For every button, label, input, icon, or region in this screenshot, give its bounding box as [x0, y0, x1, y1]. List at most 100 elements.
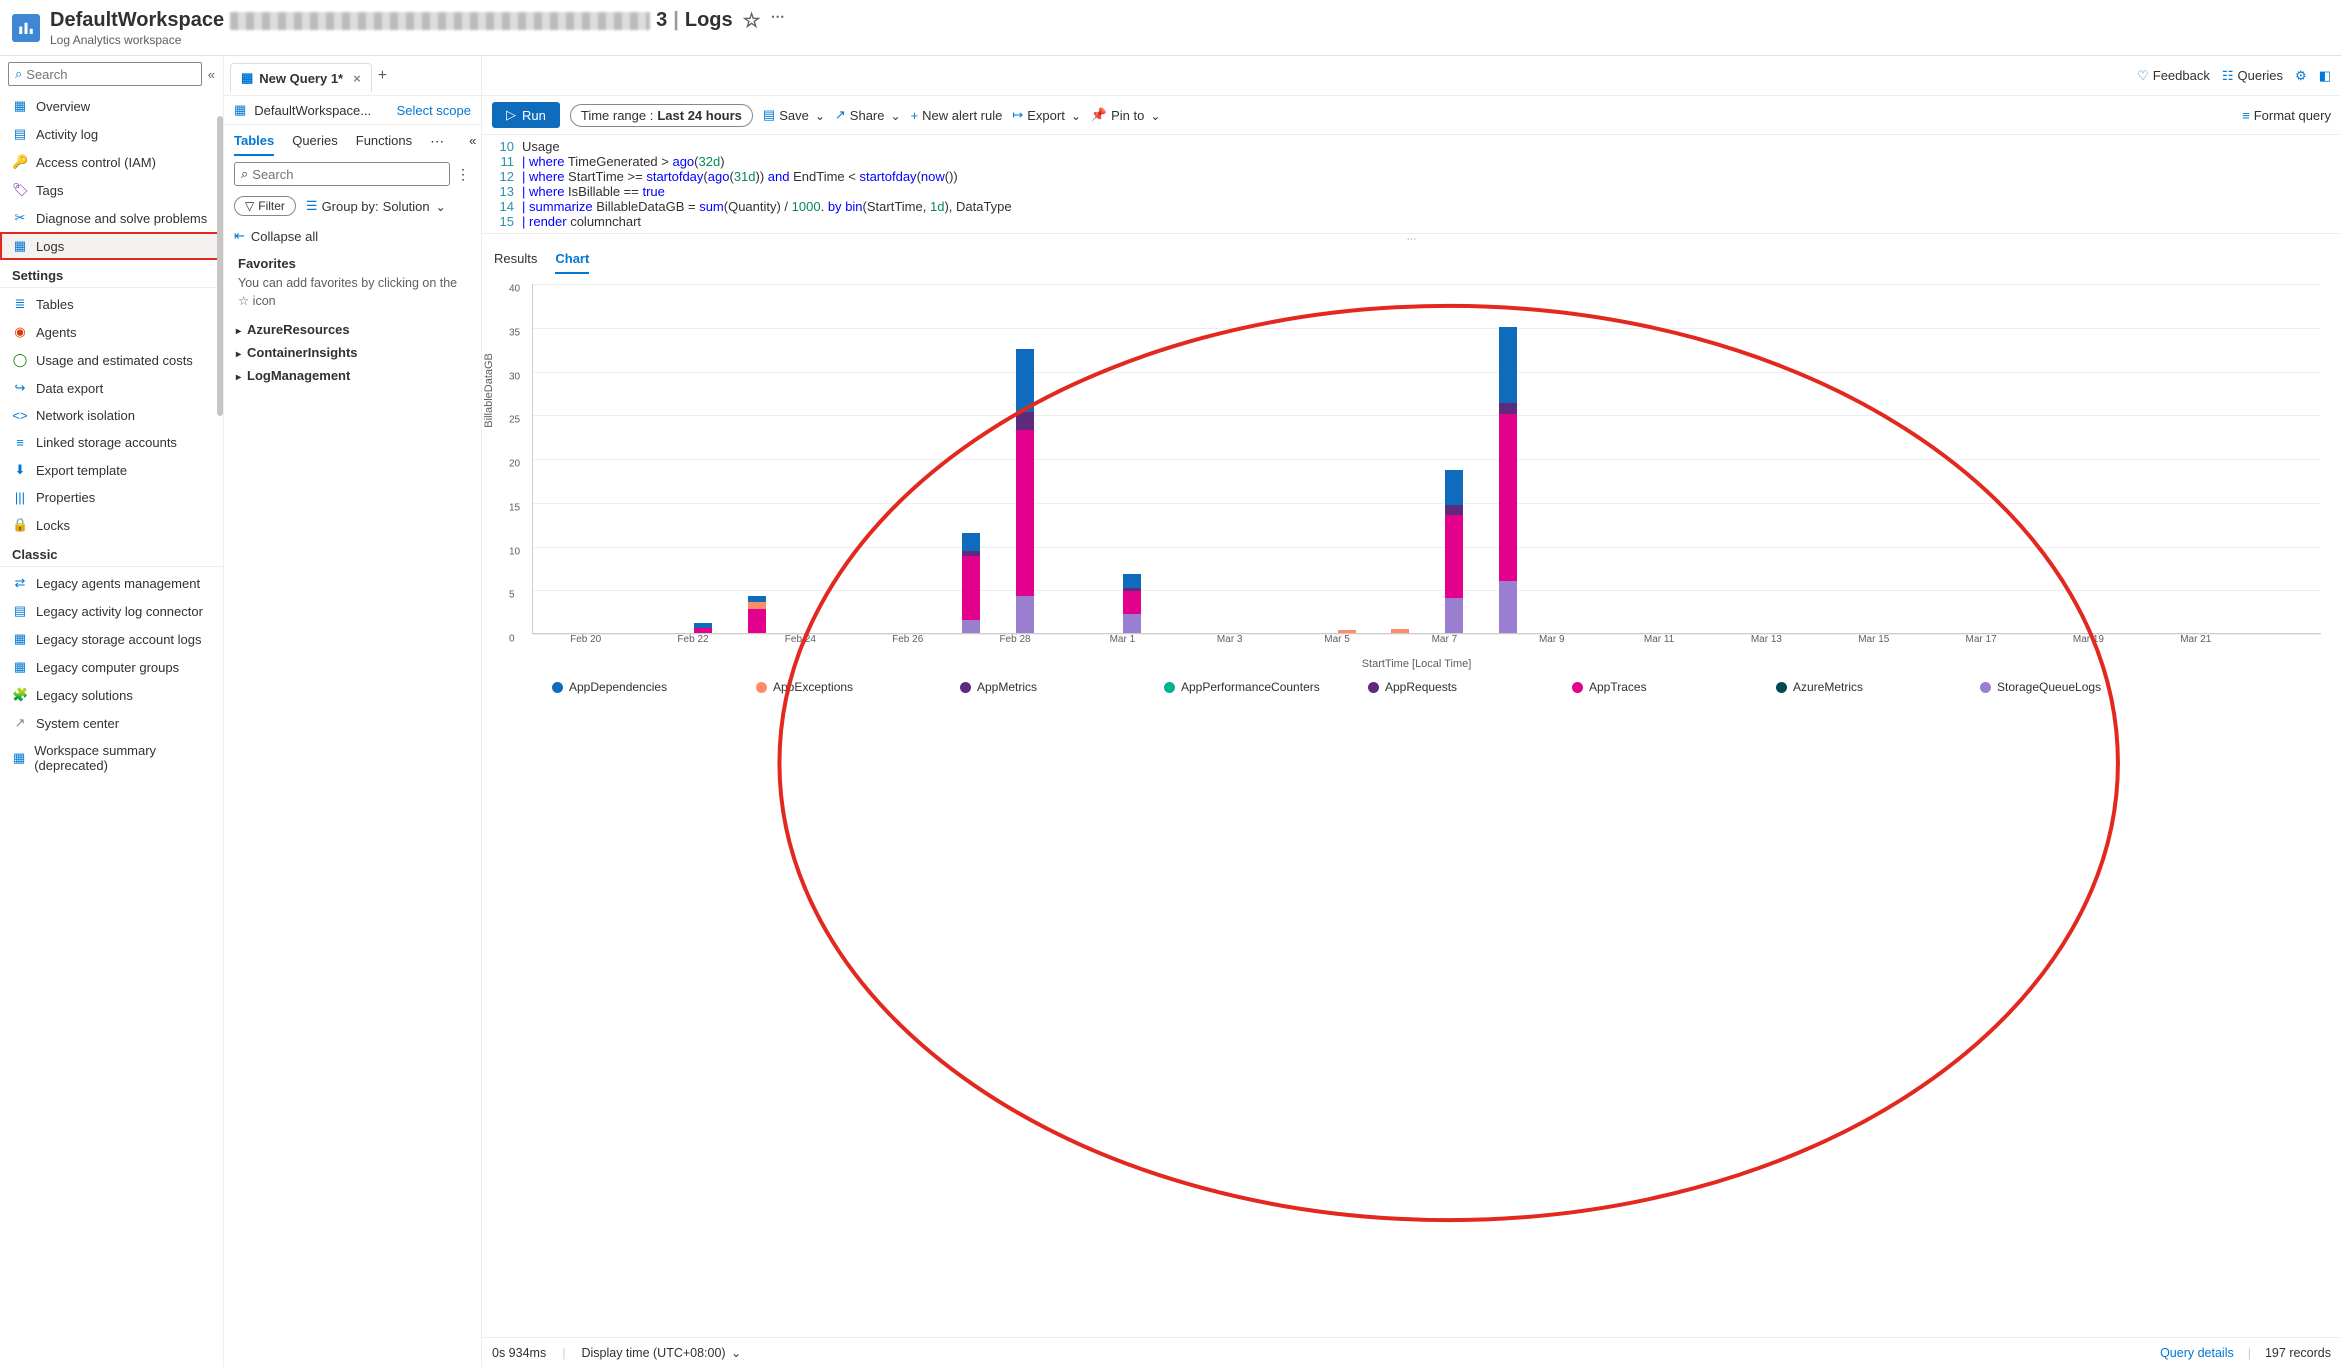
tab-results[interactable]: Results [494, 251, 537, 274]
nav-item-tags[interactable]: 🏷Tags [0, 176, 223, 204]
bar[interactable] [1016, 349, 1034, 633]
bar[interactable] [962, 533, 980, 633]
legend-item[interactable]: AppRequests [1368, 680, 1548, 694]
tab-chart[interactable]: Chart [555, 251, 589, 274]
bar[interactable] [694, 623, 712, 633]
search-icon: ⌕ [241, 166, 248, 182]
code-line: | where TimeGenerated > ago(32d) [522, 154, 725, 169]
legend-item[interactable]: AzureMetrics [1776, 680, 1956, 694]
bar[interactable] [1499, 327, 1517, 633]
export-button[interactable]: ↦Export [1012, 107, 1081, 123]
nav-item-diagnose[interactable]: ✂Diagnose and solve problems [0, 204, 223, 232]
bar[interactable] [1338, 630, 1356, 633]
chart-area: BillableDataGB 0510152025303540 Feb 20Fe… [482, 274, 2341, 1337]
bar[interactable] [1123, 574, 1141, 633]
query-tab-icon: ▦ [241, 70, 253, 86]
tree-node[interactable]: LogManagement [230, 364, 475, 387]
workspace-title-prefix: DefaultWorkspace [50, 9, 224, 32]
x-tick: Mar 17 [1966, 634, 1997, 645]
select-scope-link[interactable]: Select scope [397, 103, 471, 118]
tables-search-input[interactable]: ⌕ [234, 162, 450, 186]
filter-button[interactable]: ▽Filter [234, 196, 296, 216]
nav-item-legacygroups[interactable]: ▦Legacy computer groups [0, 653, 223, 681]
share-button[interactable]: ↗Share [835, 107, 901, 123]
settings-icon[interactable]: ⚙ [2295, 68, 2307, 84]
share-icon: ↗ [835, 107, 846, 123]
nav-item-legacysolutions[interactable]: 🧩Legacy solutions [0, 681, 223, 709]
tree-node[interactable]: AzureResources [230, 318, 475, 341]
query-editor[interactable]: 10Usage11| where TimeGenerated > ago(32d… [482, 135, 2341, 234]
nav-item-activity[interactable]: ▤Activity log [0, 120, 223, 148]
nav-item-usage[interactable]: ◯Usage and estimated costs [0, 346, 223, 374]
nav-item-iam[interactable]: 🔑Access control (IAM) [0, 148, 223, 176]
tables-panel: ▦ New Query 1* × + ▦ DefaultWorkspace...… [224, 56, 482, 1367]
y-tick: 20 [509, 459, 520, 470]
query-duration: 0s 934ms [492, 1346, 546, 1360]
search-icon: ⌕ [15, 66, 22, 82]
bar[interactable] [748, 596, 766, 633]
nav-item-agents[interactable]: ◉Agents [0, 318, 223, 346]
groupby-dropdown[interactable]: ☰ Group by: Solution [306, 198, 446, 214]
nav-item-logs[interactable]: ▦Logs [0, 232, 223, 260]
bar-segment [1445, 470, 1463, 505]
save-button[interactable]: ▤Save [763, 107, 825, 123]
x-tick: Mar 11 [1644, 634, 1674, 645]
close-tab-icon[interactable]: × [353, 71, 361, 86]
bar[interactable] [1445, 470, 1463, 633]
legend-item[interactable]: AppTraces [1572, 680, 1752, 694]
collapse-panel-icon[interactable] [469, 133, 476, 156]
tree-node[interactable]: ContainerInsights [230, 341, 475, 364]
line-number: 11 [482, 154, 522, 169]
nav-item-legacyagents[interactable]: ⇄Legacy agents management [0, 569, 223, 597]
more-actions-icon[interactable]: ⋯ [771, 8, 786, 33]
legend-item[interactable]: AppDependencies [552, 680, 732, 694]
legend-item[interactable]: AppMetrics [960, 680, 1140, 694]
queries-button[interactable]: ☷Queries [2222, 68, 2283, 84]
legend-item[interactable]: AppExceptions [756, 680, 936, 694]
feedback-button[interactable]: ♡Feedback [2137, 68, 2210, 84]
collapse-nav-icon[interactable] [208, 67, 215, 82]
nav-item-locks[interactable]: 🔒Locks [0, 511, 223, 539]
nav-search-input[interactable]: ⌕ [8, 62, 202, 86]
nav-item-legacyactivity[interactable]: ▤Legacy activity log connector [0, 597, 223, 625]
nav-item-props[interactable]: |||Properties [0, 484, 223, 511]
nav-item-legacystorage[interactable]: ▦Legacy storage account logs [0, 625, 223, 653]
display-time-dropdown[interactable]: Display time (UTC+08:00) [581, 1346, 741, 1360]
nav-item-exporttpl[interactable]: ⬇Export template [0, 456, 223, 484]
panel-icon[interactable]: ◧ [2319, 68, 2331, 84]
pin-button[interactable]: 📌Pin to [1091, 107, 1161, 123]
timerange-picker[interactable]: Time range : Last 24 hours [570, 104, 753, 127]
nav-item-overview[interactable]: ▦Overview [0, 92, 223, 120]
nav-item-linked[interactable]: ≡Linked storage accounts [0, 429, 223, 456]
nav-item-systemcenter[interactable]: ↗System center [0, 709, 223, 737]
bar-segment [748, 609, 766, 634]
caret-icon [236, 368, 241, 383]
tab-functions[interactable]: Functions [356, 133, 412, 156]
drag-handle[interactable]: ⋯ [482, 234, 2341, 245]
tab-tables[interactable]: Tables [234, 133, 274, 156]
new-tab-button[interactable]: + [378, 67, 387, 85]
scrollbar[interactable] [217, 116, 223, 416]
collapse-all-button[interactable]: ⇤ Collapse all [224, 220, 481, 252]
more-tabs-icon[interactable]: ⋯ [430, 133, 445, 156]
chevron-down-icon [434, 199, 446, 214]
nav-item-dataexport[interactable]: ↪Data export [0, 374, 223, 402]
legacygroups-icon: ▦ [12, 659, 28, 675]
nav-item-tables[interactable]: ≣Tables [0, 290, 223, 318]
nav-label: Legacy storage account logs [36, 632, 202, 647]
favorite-icon[interactable] [743, 8, 761, 33]
query-details-link[interactable]: Query details [2160, 1346, 2234, 1360]
nav-item-wssummary[interactable]: ▦Workspace summary (deprecated) [0, 737, 223, 779]
legend-item[interactable]: StorageQueueLogs [1980, 680, 2160, 694]
bar-segment [1123, 614, 1141, 633]
queries-icon: ☷ [2222, 68, 2234, 84]
legend-item[interactable]: AppPerformanceCounters [1164, 680, 1344, 694]
nav-item-network[interactable]: <>Network isolation [0, 402, 223, 429]
run-button[interactable]: ▷Run [492, 102, 560, 128]
new-alert-button[interactable]: +New alert rule [911, 108, 1003, 123]
search-more-icon[interactable]: ⋮ [456, 166, 471, 183]
bar[interactable] [1391, 629, 1409, 633]
query-tab[interactable]: ▦ New Query 1* × [230, 63, 372, 92]
tab-queries[interactable]: Queries [292, 133, 338, 156]
format-query-button[interactable]: ≡Format query [2242, 108, 2331, 123]
